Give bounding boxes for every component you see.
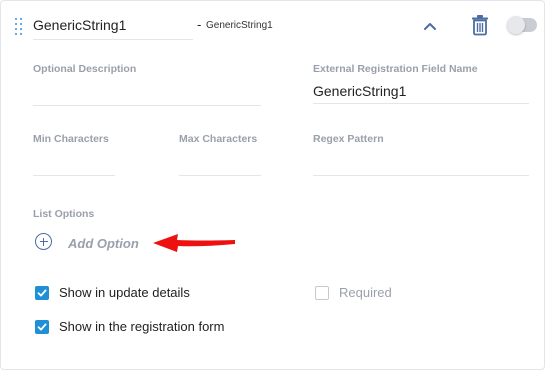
drag-handle-icon[interactable] <box>15 18 25 36</box>
regex-pattern-input[interactable] <box>313 151 529 176</box>
min-characters-input[interactable] <box>33 151 115 176</box>
field-name-value: GenericString1 <box>33 17 127 33</box>
optional-description-label: Optional Description <box>33 63 137 75</box>
max-characters-input[interactable] <box>179 151 261 176</box>
show-registration-form-checkbox[interactable] <box>35 320 49 334</box>
required-label: Required <box>339 285 392 300</box>
field-subtitle: GenericString1 <box>206 20 273 31</box>
title-separator: - <box>197 17 202 32</box>
show-update-details-checkbox[interactable] <box>35 286 49 300</box>
chevron-up-icon[interactable] <box>419 17 441 35</box>
required-checkbox[interactable] <box>315 286 329 300</box>
show-update-details-label: Show in update details <box>59 285 190 300</box>
min-characters-label: Min Characters <box>33 133 109 145</box>
list-options-label: List Options <box>33 208 95 220</box>
regex-pattern-label: Regex Pattern <box>313 133 384 145</box>
plus-circle-icon <box>35 233 52 250</box>
add-option-label: Add Option <box>68 236 139 251</box>
trash-icon[interactable] <box>469 13 491 37</box>
field-card: GenericString1 - GenericString1 Optional… <box>0 0 545 370</box>
field-name-input[interactable]: GenericString1 <box>33 11 193 40</box>
enable-toggle[interactable] <box>507 16 537 34</box>
optional-description-input[interactable] <box>33 81 261 106</box>
red-arrow-icon <box>151 231 239 257</box>
toggle-knob <box>507 16 525 34</box>
max-characters-label: Max Characters <box>179 133 258 145</box>
show-registration-form-label: Show in the registration form <box>59 319 225 334</box>
external-field-label: External Registration Field Name <box>313 63 478 75</box>
external-field-input[interactable]: GenericString1 <box>313 79 529 104</box>
